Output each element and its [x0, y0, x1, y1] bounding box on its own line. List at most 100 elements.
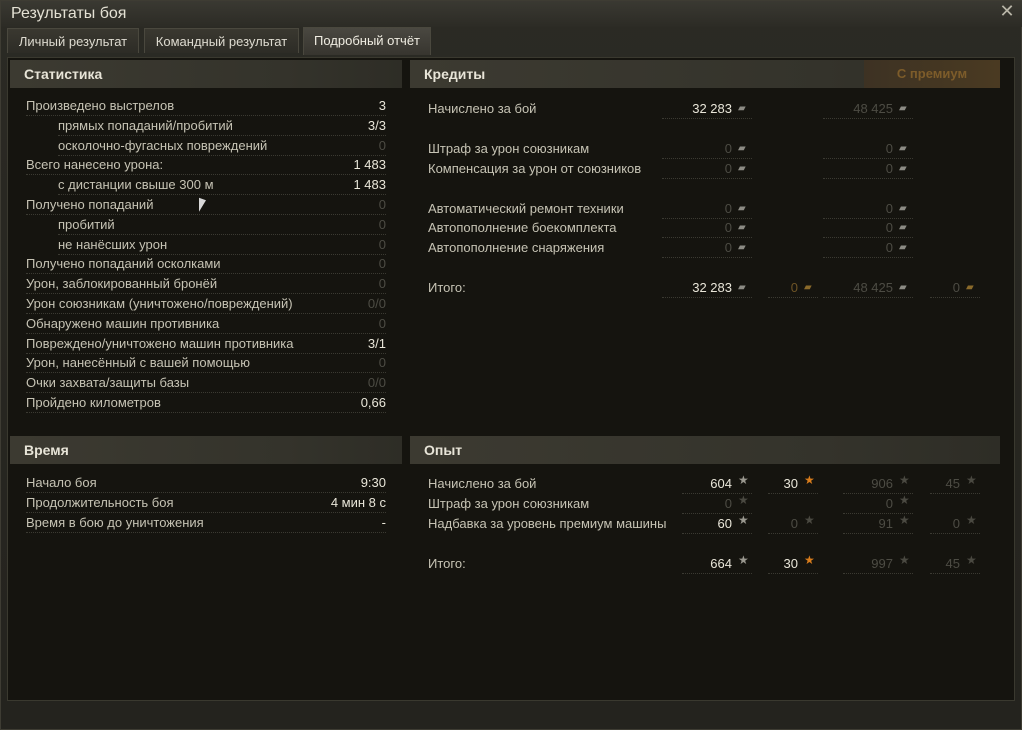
statistics-row-value: 0,66: [360, 395, 386, 410]
time-row-label: Продолжительность боя: [26, 495, 174, 510]
credits-header: Кредиты С премиум: [410, 60, 1000, 88]
premium-credits-value: 0: [885, 141, 893, 156]
cell-divider: [662, 118, 752, 119]
star-icon: ★: [899, 473, 910, 487]
credits-row-label: Автоматический ремонт техники: [428, 201, 624, 216]
statistics-row-label: прямых попаданий/пробитий: [58, 117, 233, 133]
cell-divider: [843, 573, 913, 574]
credits-row: Автопополнение боекомплекта 0 ▰ 0 ▰: [428, 218, 998, 238]
statistics-row-value: 3/1: [367, 335, 386, 351]
cell-divider: [930, 297, 980, 298]
statistics-header: Статистика: [10, 60, 402, 88]
credits-value: 32 283: [692, 101, 732, 116]
premium-credits-value: 0: [885, 201, 893, 216]
statistics-row: Получено попаданий 0: [26, 195, 386, 215]
credits-coin-icon: ▰: [738, 222, 746, 233]
statistics-row: Урон, нанесённый с вашей помощью 0: [26, 353, 386, 374]
window-title: Результаты боя: [11, 5, 127, 22]
star-icon: ★: [738, 473, 749, 487]
statistics-row-label: пробитий: [58, 216, 115, 232]
statistics-row: осколочно-фугасных повреждений 0: [58, 136, 386, 156]
statistics-row: прямых попаданий/пробитий 3/3: [58, 116, 386, 136]
statistics-row: Обнаружено машин противника 0: [26, 314, 386, 334]
battle-results-window: Результаты боя ✕ Личный результат Команд…: [0, 0, 1022, 730]
credits-coin-icon: ▰: [899, 143, 907, 154]
xp-value: 60: [717, 516, 732, 531]
credits-row-label: Штраф за урон союзникам: [428, 141, 590, 156]
premium-gold-value: 0: [952, 280, 960, 295]
star-icon: ★: [738, 553, 749, 567]
statistics-row: с дистанции свыше 300 м 1 483: [58, 175, 386, 196]
experience-header: Опыт: [410, 436, 1000, 464]
credits-coin-icon: ▰: [899, 242, 907, 253]
gold-value: 0: [790, 280, 798, 295]
tab-team-result[interactable]: Командный результат: [144, 28, 299, 53]
star-icon: ★: [738, 513, 749, 527]
statistics-row-label: Урон, нанесённый с вашей помощью: [26, 355, 250, 371]
statistics-row: Повреждено/уничтожено машин противника 3/…: [26, 334, 386, 354]
statistics-row-value: 0: [378, 137, 386, 153]
star-icon: ★: [899, 553, 910, 567]
premium-xp-value: 0: [885, 496, 893, 511]
experience-row-label: Надбавка за уровень премиум машины: [428, 516, 667, 531]
row-divider: [26, 412, 386, 413]
statistics-row: Всего нанесено урона: 1 483: [26, 155, 386, 176]
statistics-row-value: 3: [378, 98, 386, 113]
time-title: Время: [24, 442, 69, 458]
credits-row-label: Начислено за бой: [428, 101, 537, 116]
time-row-value: -: [381, 515, 386, 530]
cell-divider: [823, 178, 913, 179]
cell-divider: [768, 573, 818, 574]
credits-value: 0: [724, 201, 732, 216]
tab-detailed-report[interactable]: Подробный отчёт: [303, 27, 431, 55]
statistics-row-value: 0/0: [367, 296, 386, 311]
experience-row-label: Итого:: [428, 556, 466, 571]
credits-value: 0: [724, 220, 732, 235]
experience-row: Итого: 664 ★ 30 ★ 997 ★ 45 ★: [428, 554, 998, 574]
cell-divider: [768, 297, 818, 298]
time-row-label: Время в бою до уничтожения: [26, 515, 204, 530]
statistics-row-value: 1 483: [353, 157, 386, 173]
credits-row-label: Автопополнение боекомплекта: [428, 220, 617, 235]
statistics-row: Получено попаданий осколками 0: [26, 254, 386, 275]
statistics-row-label: Получено попаданий осколками: [26, 256, 221, 272]
xp-value: 604: [710, 476, 732, 491]
time-header: Время: [10, 436, 402, 464]
statistics-row-value: 0: [378, 216, 386, 232]
experience-row: Штраф за урон союзникам 0 ★ 0 ★: [428, 494, 998, 514]
experience-row: Надбавка за уровень премиум машины 60 ★ 0 ★ 9…: [428, 514, 998, 534]
credits-coin-icon: ▰: [899, 203, 907, 214]
cell-divider: [823, 118, 913, 119]
credits-value: 0: [724, 240, 732, 255]
time-row: Время в бою до уничтожения -: [26, 513, 386, 533]
xp-value: 664: [710, 556, 732, 571]
star-icon: ★: [966, 553, 977, 567]
statistics-row: пробитий 0: [58, 215, 386, 235]
premium-free-xp-value: 45: [945, 556, 960, 571]
title-bar: Результаты боя ✕: [1, 1, 1022, 27]
statistics-row: Урон союзникам (уничтожено/повреждений) 0…: [26, 294, 386, 314]
statistics-row-value: 0: [378, 355, 386, 371]
statistics-row: Очки захвата/защиты базы 0/0: [26, 373, 386, 394]
credits-coin-icon: ▰: [738, 103, 746, 114]
credits-coin-icon: ▰: [738, 163, 746, 174]
close-icon[interactable]: ✕: [999, 2, 1015, 20]
statistics-row-label: с дистанции свыше 300 м: [58, 177, 214, 193]
star-icon: ★: [804, 553, 815, 567]
premium-free-xp-value: 0: [952, 516, 960, 531]
tab-personal-result[interactable]: Личный результат: [7, 28, 139, 53]
statistics-row-label: осколочно-фугасных повреждений: [58, 137, 268, 153]
premium-xp-value: 906: [871, 476, 893, 491]
cell-divider: [682, 573, 752, 574]
statistics-row-label: Обнаружено машин противника: [26, 315, 220, 331]
time-row-value: 9:30: [360, 475, 386, 490]
statistics-row-value: 1 483: [353, 177, 386, 193]
credits-coin-icon: ▰: [899, 103, 907, 114]
statistics-row-label: Урон, заблокированный бронёй: [26, 276, 218, 292]
statistics-row-label: Очки захвата/защиты базы: [26, 375, 190, 391]
premium-free-xp-value: 45: [945, 476, 960, 491]
cell-divider: [662, 178, 752, 179]
time-row: Начало боя 9:30: [26, 473, 386, 493]
statistics-row-value: 0/0: [367, 375, 386, 391]
statistics-row-value: 0: [378, 256, 386, 272]
